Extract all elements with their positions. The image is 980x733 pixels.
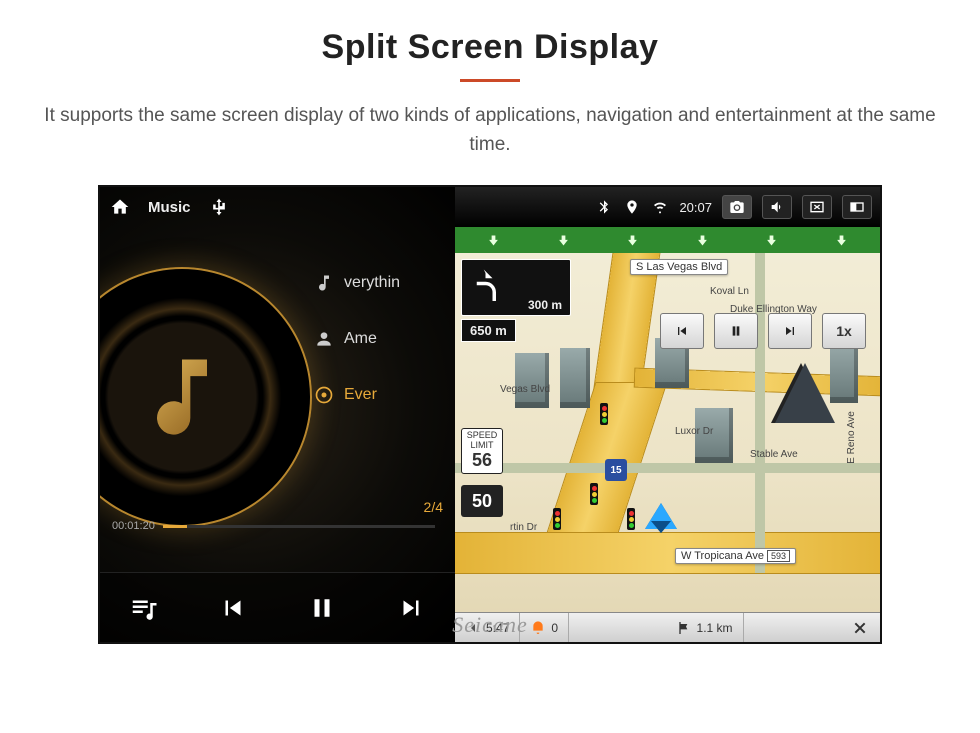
track-row[interactable]: verythin	[314, 255, 449, 311]
status-time: 20:07	[679, 200, 712, 215]
prev-button[interactable]	[213, 588, 253, 628]
alert-icon	[530, 620, 546, 636]
status-bar: 20:07	[455, 187, 880, 227]
nav-lane-bar	[455, 227, 880, 253]
road-minor	[755, 253, 765, 573]
volume-button[interactable]	[762, 195, 792, 219]
nav-dest-distance: 1.1 km	[697, 621, 733, 635]
building-icon	[830, 343, 858, 403]
street-label: E Reno Ave	[845, 406, 858, 469]
nav-destination-button[interactable]: 1.1 km	[666, 613, 744, 642]
location-icon	[623, 198, 641, 216]
street-label: W Tropicana Ave 593	[675, 548, 796, 564]
road-tropicana	[455, 533, 880, 573]
track-row[interactable]: Ame	[314, 311, 449, 367]
road-minor	[455, 463, 880, 473]
music-header-label: Music	[148, 199, 191, 216]
screenshot-button[interactable]	[722, 195, 752, 219]
traffic-light-icon	[600, 403, 608, 425]
back-arrow-icon	[465, 620, 481, 636]
pause-button[interactable]	[302, 588, 342, 628]
music-body: verythin Ame Ever 2/4 00:01:20	[100, 227, 455, 547]
playlist-button[interactable]	[124, 588, 164, 628]
arrow-down-icon	[486, 233, 501, 248]
turn-left-icon	[468, 266, 510, 311]
navigation-app: 300 m 650 m 1x SPEED LIMIT 56 50 15 S La…	[455, 227, 880, 642]
track-row[interactable]: Ever	[314, 367, 449, 423]
building-icon	[560, 348, 590, 408]
music-controls	[100, 572, 455, 642]
nav-bottom-bar: 5:47 0 1.1 km	[455, 612, 880, 642]
time-elapsed: 00:01:20	[112, 520, 155, 532]
arrow-down-icon	[834, 233, 849, 248]
artist-icon	[314, 329, 334, 349]
bluetooth-icon	[595, 198, 613, 216]
nav-map[interactable]: 300 m 650 m 1x SPEED LIMIT 56 50 15 S La…	[455, 253, 880, 612]
street-label: rtin Dr	[505, 521, 542, 534]
nav-alert-count: 0	[551, 621, 558, 635]
pyramid-icon	[775, 363, 835, 423]
note-icon	[314, 273, 334, 293]
speed-limit-value: 56	[462, 451, 502, 471]
sim-pause-button[interactable]	[714, 313, 758, 349]
arrow-down-icon	[764, 233, 779, 248]
building-icon	[515, 353, 549, 408]
track-label: verythin	[344, 274, 400, 292]
home-icon[interactable]	[110, 197, 130, 217]
street-label: Stable Ave	[745, 448, 803, 461]
target-icon	[314, 385, 334, 405]
sim-next-button[interactable]	[768, 313, 812, 349]
turn-secondary: 650 m	[461, 319, 516, 342]
nav-back-time: 5:47	[486, 621, 509, 635]
music-note-icon	[132, 347, 232, 447]
track-list: verythin Ame Ever	[314, 255, 449, 423]
album-art-disc	[100, 267, 312, 527]
progress-bar[interactable]: 00:01:20	[112, 515, 443, 537]
street-label: Vegas Blvd	[495, 383, 555, 396]
sim-prev-button[interactable]	[660, 313, 704, 349]
turn-instruction: 300 m	[461, 259, 571, 316]
arrow-down-icon	[625, 233, 640, 248]
track-counter: 2/4	[424, 499, 443, 515]
close-window-button[interactable]	[802, 195, 832, 219]
street-label: S Las Vegas Blvd	[630, 259, 728, 275]
track-label: Ame	[344, 330, 377, 348]
nav-close-button[interactable]	[840, 613, 880, 642]
speed-limit-label: SPEED LIMIT	[462, 431, 502, 451]
progress-track[interactable]	[163, 525, 435, 528]
title-underline	[460, 79, 520, 82]
speed-limit-sign: SPEED LIMIT 56	[461, 428, 503, 474]
heading-arrow-icon	[645, 503, 677, 529]
nav-alert-button[interactable]: 0	[520, 613, 569, 642]
traffic-light-icon	[590, 483, 598, 505]
arrow-down-icon	[695, 233, 710, 248]
device-screenshot: Music verythin Ame E	[100, 187, 880, 642]
arrow-down-icon	[556, 233, 571, 248]
page-description: It supports the same screen display of t…	[40, 102, 940, 159]
traffic-light-icon	[627, 508, 635, 530]
traffic-light-icon	[553, 508, 561, 530]
street-label: Luxor Dr	[670, 425, 718, 438]
sim-speed-button[interactable]: 1x	[822, 313, 866, 349]
page-title: Split Screen Display	[0, 28, 980, 67]
street-label: Koval Ln	[705, 285, 754, 298]
close-icon	[852, 620, 868, 636]
next-button[interactable]	[391, 588, 431, 628]
flag-icon	[676, 620, 692, 636]
turn-distance: 300 m	[528, 298, 562, 312]
route-sim-controls: 1x	[660, 313, 866, 349]
wifi-icon	[651, 198, 669, 216]
track-label: Ever	[344, 386, 377, 404]
split-toggle-button[interactable]	[842, 195, 872, 219]
interstate-shield: 15	[605, 459, 627, 481]
route-shield-50: 50	[461, 485, 503, 517]
usb-icon[interactable]	[209, 197, 229, 217]
nav-back-button[interactable]: 5:47	[455, 613, 520, 642]
music-top-bar: Music	[100, 187, 455, 227]
music-app: Music verythin Ame E	[100, 187, 455, 642]
